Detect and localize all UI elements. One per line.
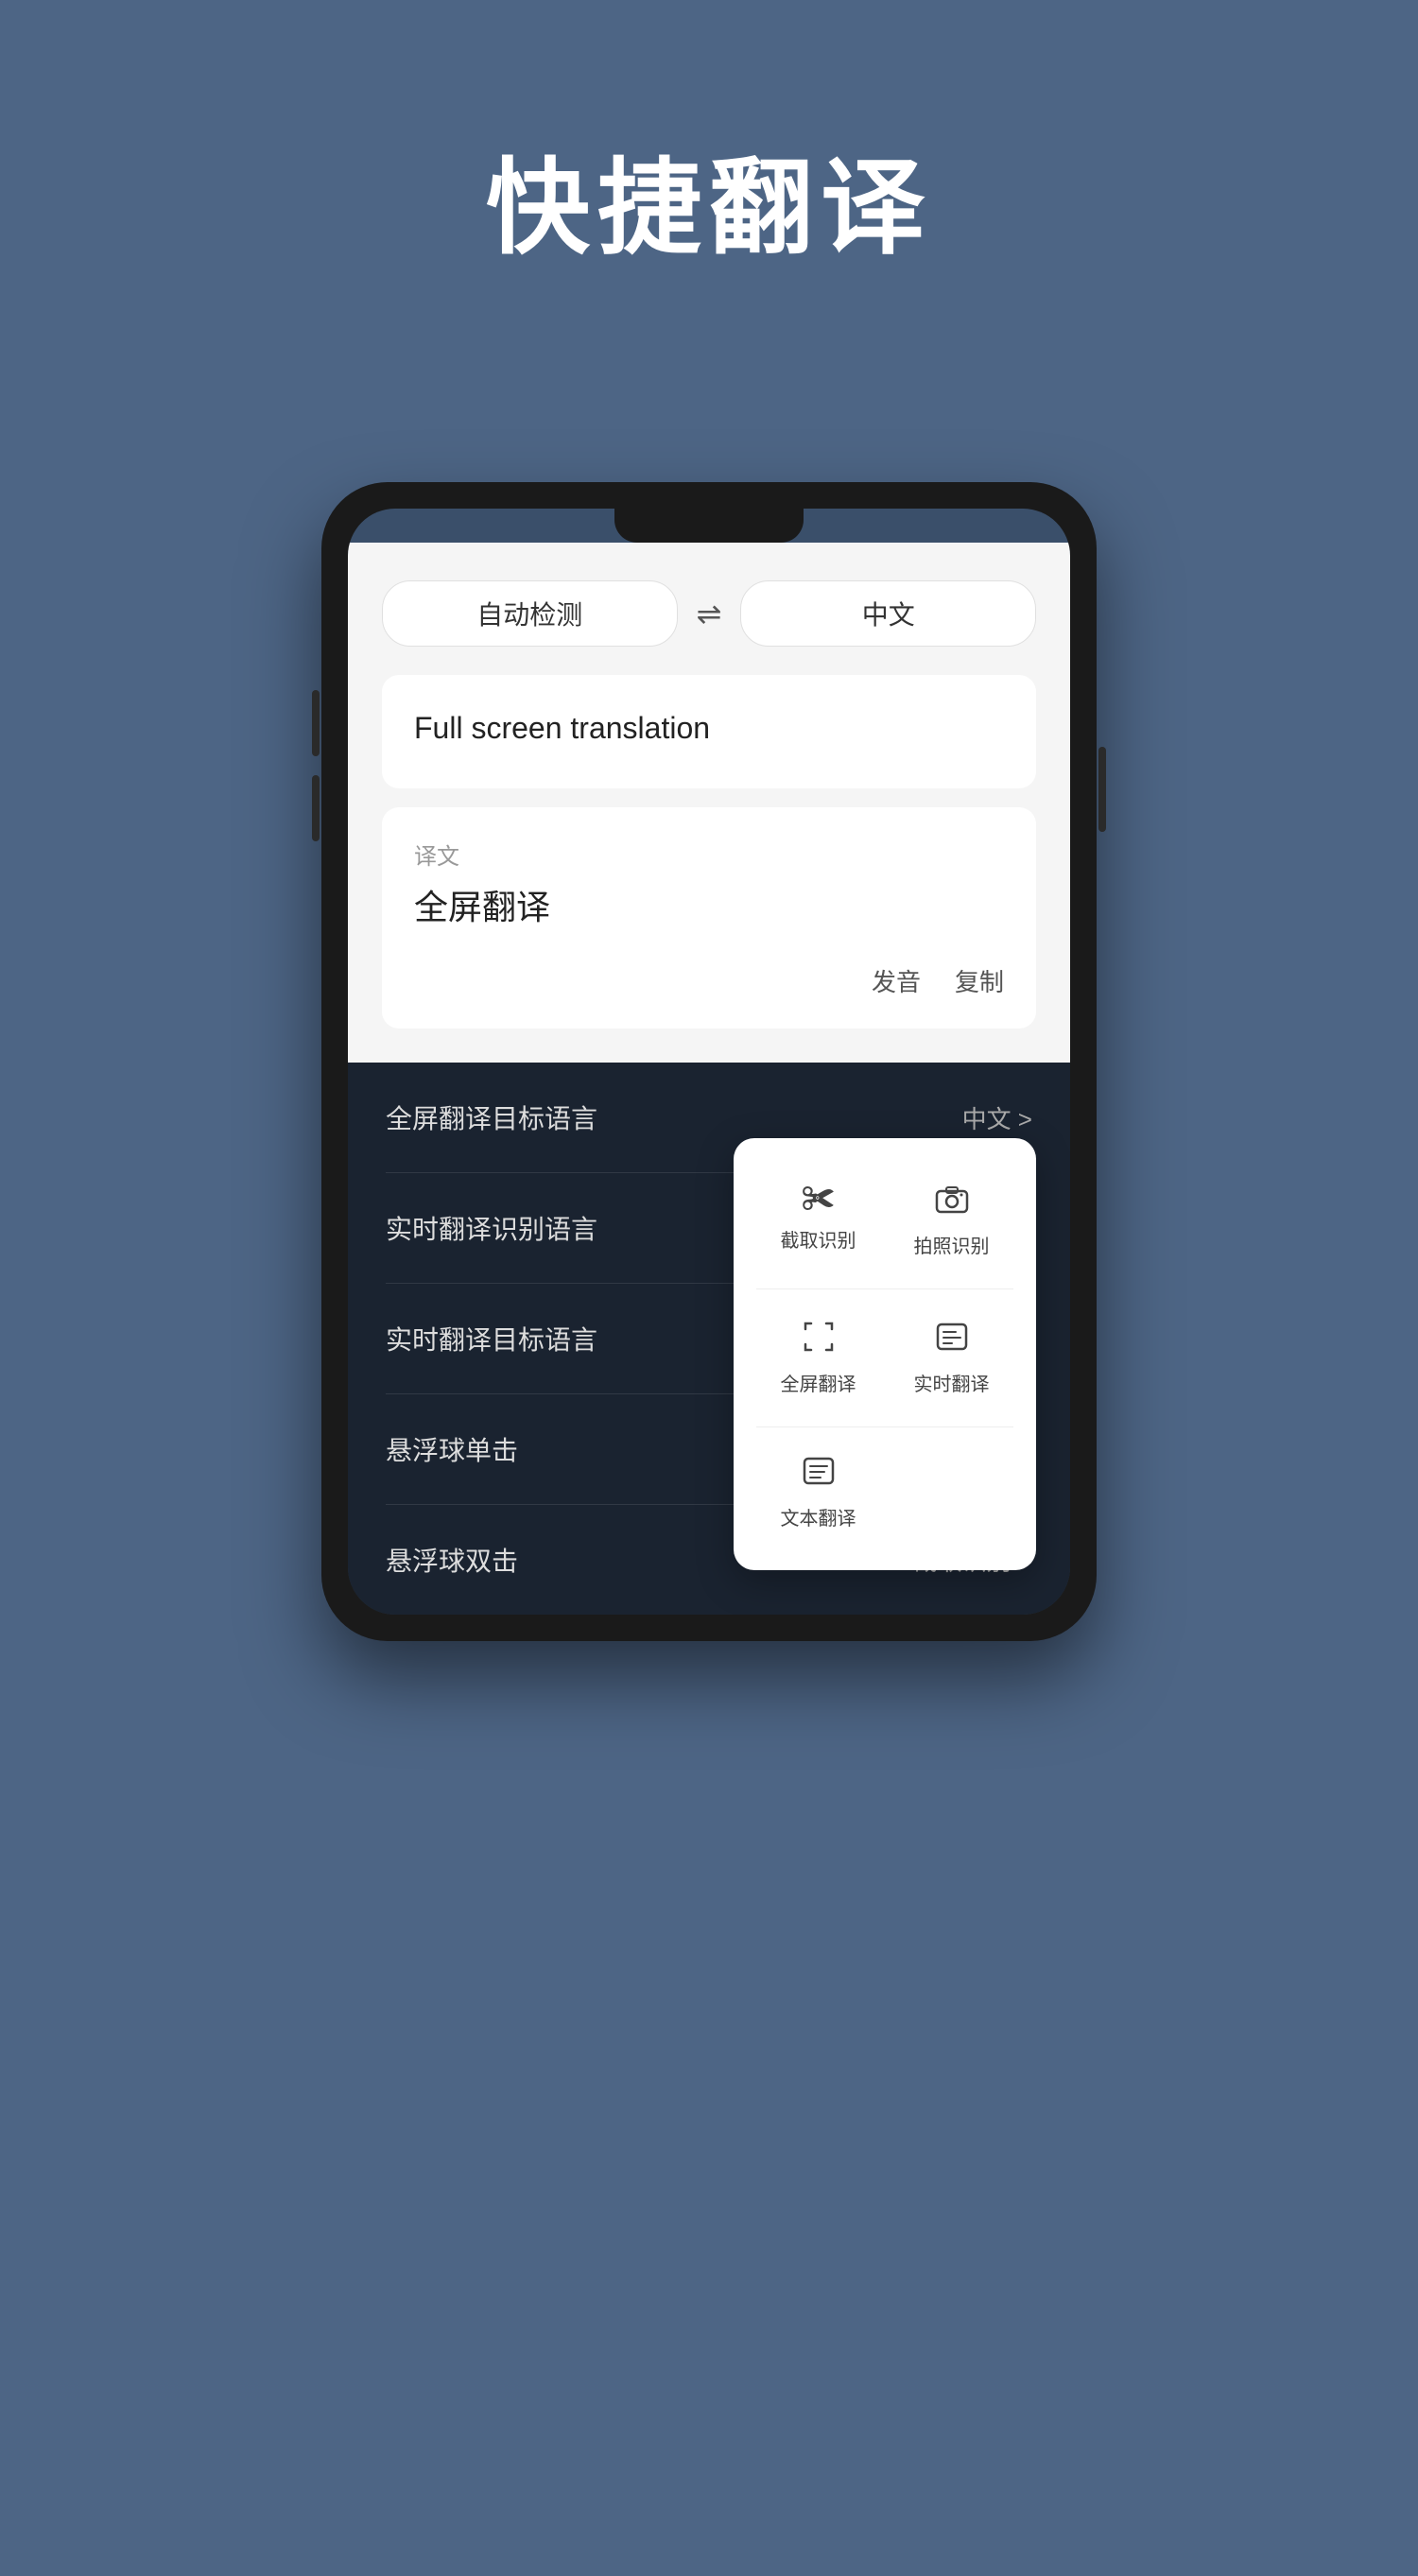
target-lang-button[interactable]: 中文 <box>740 580 1036 647</box>
source-lang-button[interactable]: 自动检测 <box>382 580 678 647</box>
volume-up-button <box>312 690 320 756</box>
quick-action-fullscreen[interactable]: 全屏翻译 <box>756 1303 880 1413</box>
quick-action-camera[interactable]: 拍照识别 <box>890 1165 1013 1275</box>
pronounce-button[interactable]: 发音 <box>872 963 921 998</box>
result-label: 译文 <box>414 838 1004 871</box>
quick-actions-grid: ✀ 截取识别 <box>756 1165 1013 1544</box>
text-icon <box>802 1454 836 1494</box>
result-actions: 发音 复制 <box>414 963 1004 998</box>
quick-action-realtime[interactable]: 实时翻译 <box>890 1303 1013 1413</box>
phone-mockup: 自动检测 ⇌ 中文 Full screen translation 译文 全屏翻… <box>321 482 1097 1641</box>
text-label: 文本翻译 <box>781 1503 856 1530</box>
swap-icon[interactable]: ⇌ <box>697 596 722 631</box>
language-bar: 自动检测 ⇌ 中文 <box>382 580 1036 647</box>
translator-card: 自动检测 ⇌ 中文 Full screen translation 译文 全屏翻… <box>348 543 1070 1063</box>
crop-icon: ✀ <box>802 1182 835 1216</box>
result-area: 译文 全屏翻译 发音 复制 <box>382 807 1036 1029</box>
phone-frame: 自动检测 ⇌ 中文 Full screen translation 译文 全屏翻… <box>321 482 1097 1641</box>
phone-screen: 自动检测 ⇌ 中文 Full screen translation 译文 全屏翻… <box>348 509 1070 1615</box>
settings-label-realtime-source: 实时翻译识别语言 <box>386 1209 597 1247</box>
settings-list: ✀ 截取识别 <box>348 1063 1070 1615</box>
input-text: Full screen translation <box>414 705 1004 751</box>
copy-button[interactable]: 复制 <box>955 963 1004 998</box>
camera-icon <box>935 1182 969 1221</box>
settings-label-realtime-target: 实时翻译目标语言 <box>386 1320 597 1357</box>
power-button <box>1098 747 1106 832</box>
settings-label-fullscreen-target: 全屏翻译目标语言 <box>386 1098 597 1136</box>
result-text: 全屏翻译 <box>414 880 1004 929</box>
settings-label-ball-single: 悬浮球单击 <box>386 1430 518 1468</box>
phone-notch <box>614 509 804 543</box>
fullscreen-label: 全屏翻译 <box>781 1369 856 1396</box>
camera-label: 拍照识别 <box>914 1231 990 1258</box>
divider-1 <box>756 1288 1013 1289</box>
crop-label: 截取识别 <box>781 1225 856 1253</box>
fullscreen-icon <box>802 1320 836 1359</box>
realtime-icon <box>935 1320 969 1359</box>
realtime-label: 实时翻译 <box>914 1369 990 1396</box>
quick-action-text[interactable]: 文本翻译 <box>756 1441 880 1544</box>
quick-action-crop[interactable]: ✀ 截取识别 <box>756 1165 880 1275</box>
quick-actions-popup: ✀ 截取识别 <box>734 1138 1036 1570</box>
volume-down-button <box>312 775 320 841</box>
input-area[interactable]: Full screen translation <box>382 675 1036 788</box>
settings-label-ball-double: 悬浮球双击 <box>386 1541 518 1579</box>
divider-2 <box>756 1426 1013 1427</box>
settings-value-fullscreen-target: 中文 > <box>962 1100 1032 1135</box>
page-title: 快捷翻译 <box>486 123 932 274</box>
